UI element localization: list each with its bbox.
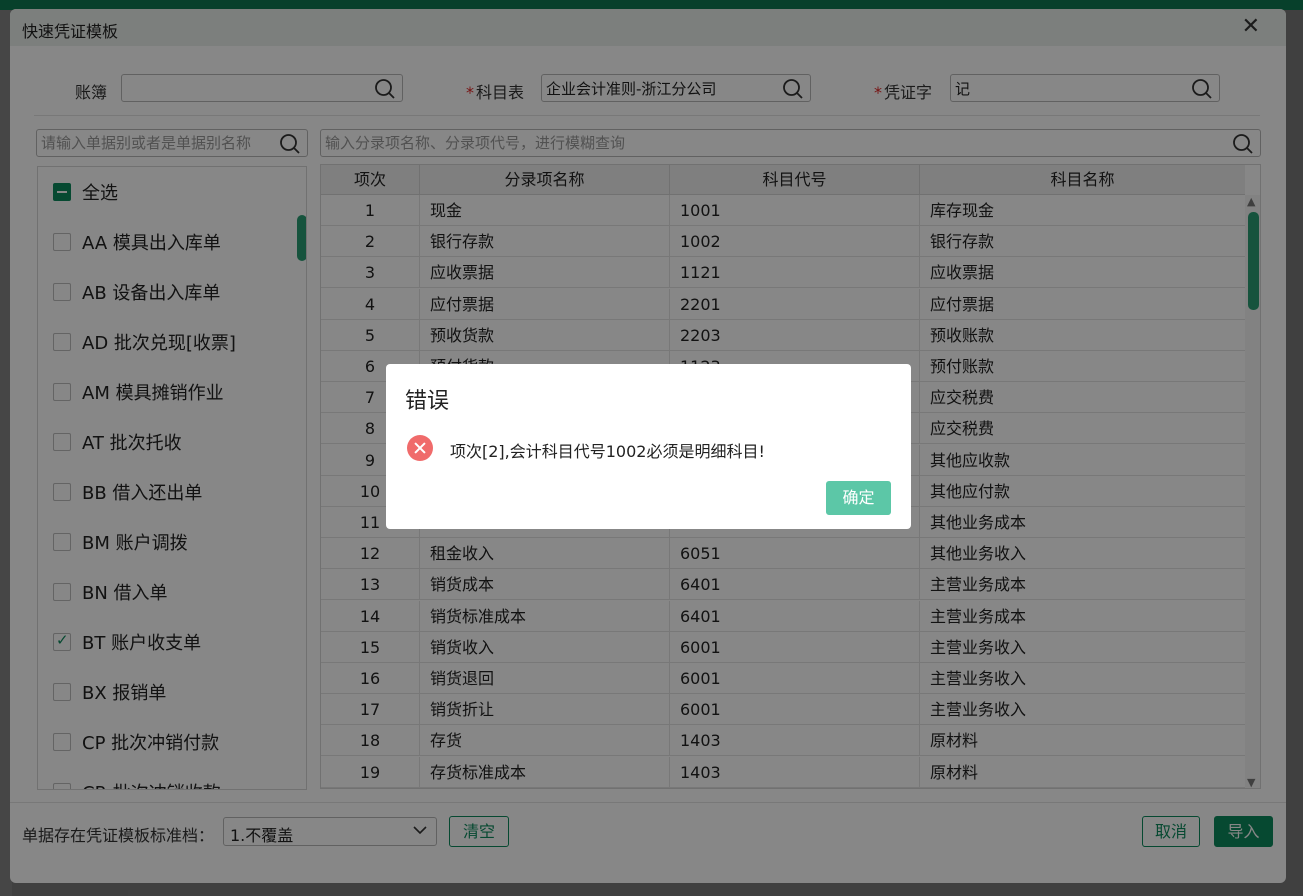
error-message: 项次[2],会计科目代号1002必须是明细科目!: [450, 442, 765, 461]
error-dialog-title: 错误: [405, 389, 450, 414]
error-dialog: 错误 项次[2],会计科目代号1002必须是明细科目! 确定: [386, 364, 911, 529]
error-icon: [407, 435, 433, 461]
confirm-button[interactable]: 确定: [826, 481, 891, 515]
